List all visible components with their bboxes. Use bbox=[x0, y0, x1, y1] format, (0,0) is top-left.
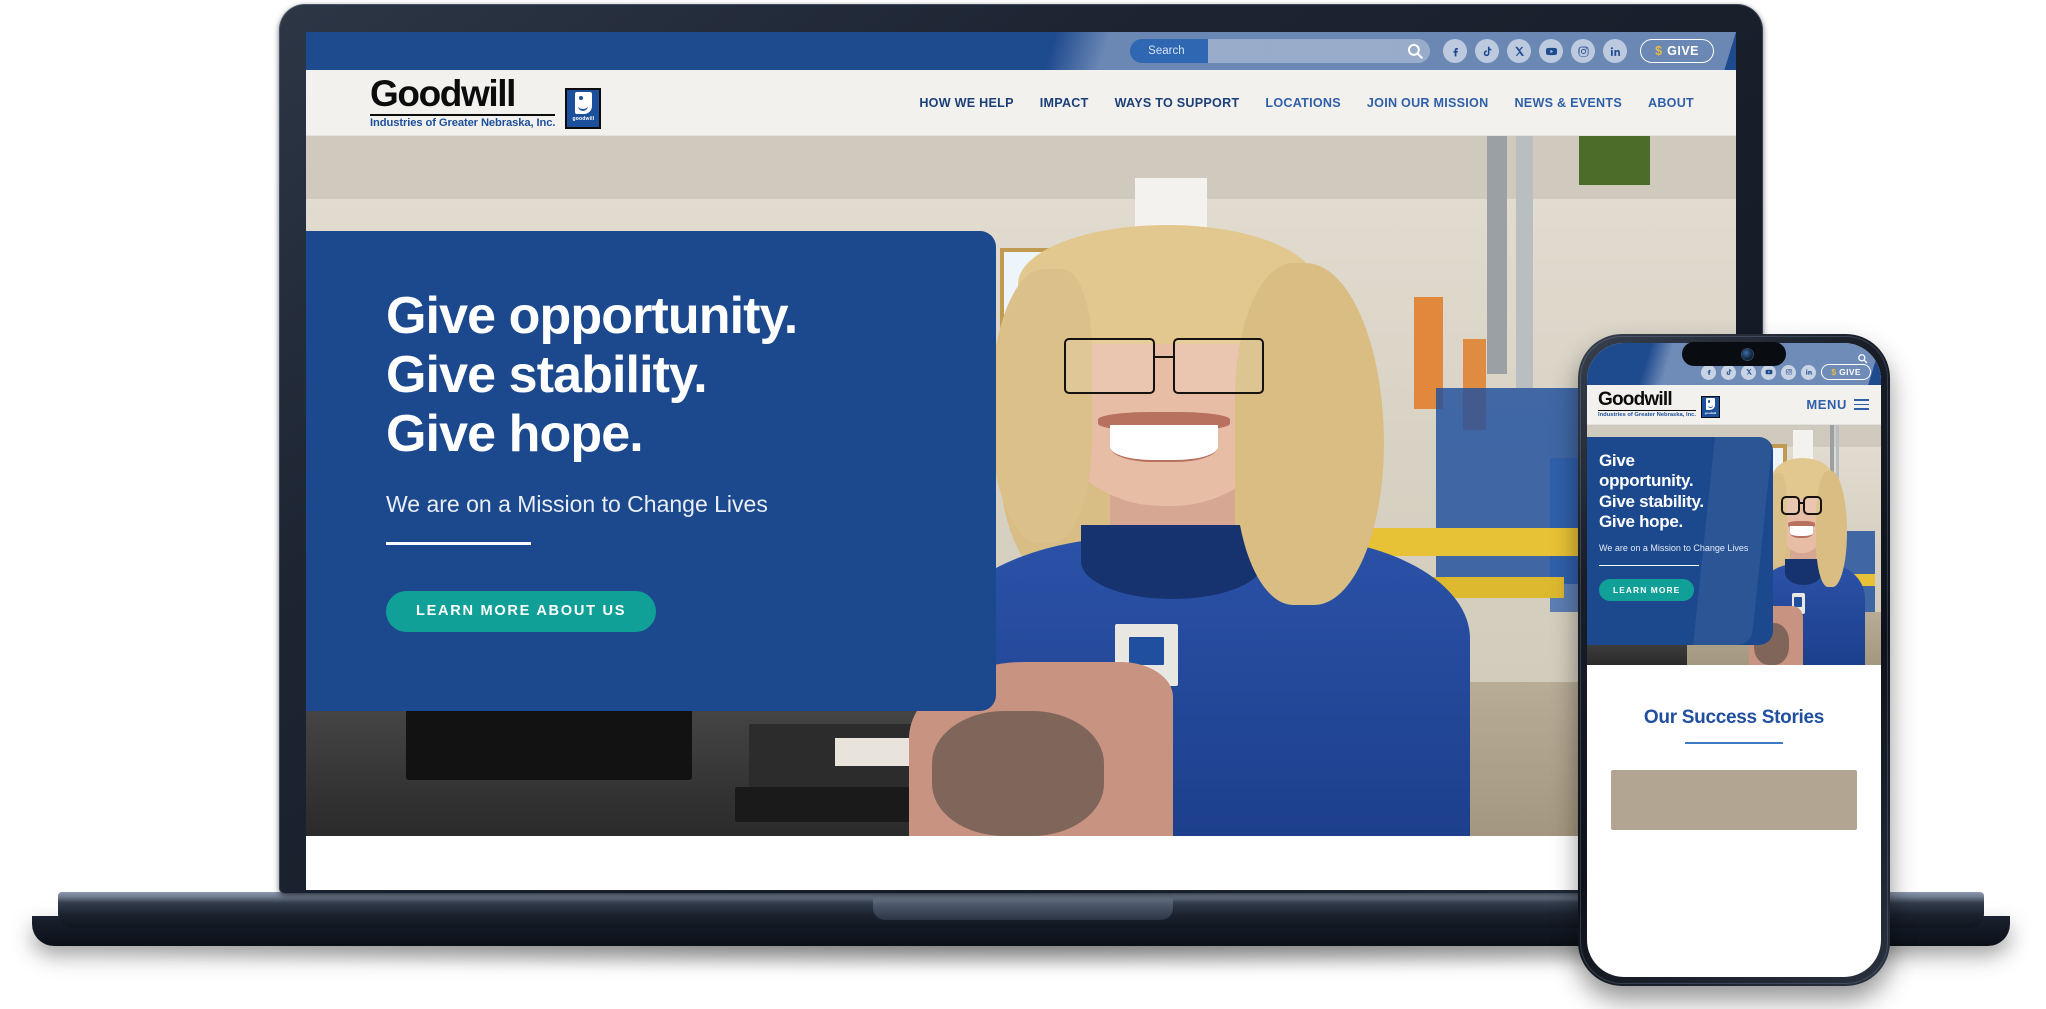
phone-success-stories-title: Our Success Stories bbox=[1643, 707, 1825, 728]
phone-logo-divider bbox=[1598, 409, 1696, 412]
page-content-below-hero bbox=[306, 836, 1736, 890]
phone-social-links: $ GIVE bbox=[1701, 364, 1871, 380]
phone-logo-wordmark: Goodwill bbox=[1598, 388, 1673, 410]
x-twitter-icon[interactable] bbox=[1741, 364, 1757, 380]
nav-item-ways-to-support[interactable]: WAYS TO SUPPORT bbox=[1115, 96, 1240, 110]
give-dollar-icon: $ bbox=[1655, 44, 1663, 58]
phone-menu-button[interactable]: MENU bbox=[1806, 397, 1869, 412]
nav-item-join-our-mission[interactable]: JOIN OUR MISSION bbox=[1367, 96, 1489, 110]
phone-hero-headline-line-1: Give bbox=[1599, 451, 1635, 470]
nav-item-about[interactable]: ABOUT bbox=[1648, 96, 1694, 110]
phone-success-story-card[interactable] bbox=[1611, 770, 1857, 830]
phone-front-camera-icon bbox=[1741, 348, 1753, 360]
phone-hero-headline: Give opportunity. Give stability. Give h… bbox=[1599, 451, 1773, 533]
logo-wordmark: Goodwill bbox=[370, 73, 516, 115]
search-icon[interactable] bbox=[1406, 42, 1424, 60]
phone-hero-divider bbox=[1599, 564, 1699, 567]
hero-person bbox=[909, 213, 1493, 836]
hero-headline-line-1: Give opportunity. bbox=[386, 287, 798, 345]
hero-subtitle: We are on a Mission to Change Lives bbox=[386, 491, 768, 518]
nav-item-how-we-help[interactable]: HOW WE HELP bbox=[919, 96, 1013, 110]
instagram-icon[interactable] bbox=[1781, 364, 1797, 380]
nav-item-news-and-events[interactable]: NEWS & EVENTS bbox=[1514, 96, 1622, 110]
social-links bbox=[1443, 39, 1628, 63]
facebook-icon[interactable] bbox=[1443, 39, 1468, 63]
youtube-icon[interactable] bbox=[1761, 364, 1777, 380]
hero-headline-line-3: Give hope. bbox=[386, 404, 644, 463]
phone-hero-headline-line-4: Give hope. bbox=[1599, 512, 1683, 532]
instagram-icon[interactable] bbox=[1571, 39, 1596, 63]
hero-text-panel: Give opportunity. Give stability. Give h… bbox=[306, 231, 996, 711]
give-button-label: GIVE bbox=[1667, 44, 1699, 58]
laptop-device-mockup: $ GIVE Goodwill Industries of Greater Ne… bbox=[29, 4, 2019, 970]
phone-search-icon[interactable] bbox=[1857, 351, 1868, 369]
hero-section: Give opportunity. Give stability. Give h… bbox=[306, 136, 1736, 836]
phone-hero-subtitle: We are on a Mission to Change Lives bbox=[1599, 542, 1749, 553]
phone-hero-headline-line-3: Give stability. bbox=[1599, 491, 1704, 511]
facebook-icon[interactable] bbox=[1701, 364, 1717, 380]
goodwill-g-smile-icon: goodwill bbox=[1700, 396, 1720, 419]
linkedin-icon[interactable] bbox=[1603, 39, 1628, 63]
laptop-base-notch bbox=[873, 894, 1173, 920]
laptop-screen: $ GIVE Goodwill Industries of Greater Ne… bbox=[306, 32, 1736, 890]
primary-navigation: HOW WE HELP IMPACT WAYS TO SUPPORT LOCAT… bbox=[919, 96, 1702, 110]
phone-hero-headline-line-2: opportunity. bbox=[1599, 471, 1694, 491]
hero-headline-line-2: Give stability. bbox=[386, 345, 708, 404]
tiktok-icon[interactable] bbox=[1721, 364, 1737, 380]
hamburger-icon bbox=[1854, 399, 1869, 410]
logo-mark-word: goodwill bbox=[572, 115, 595, 122]
phone-hero-learn-more-button[interactable]: LEARN MORE bbox=[1599, 579, 1695, 602]
phone-menu-label: MENU bbox=[1806, 397, 1847, 412]
utility-topbar: $ GIVE bbox=[306, 32, 1736, 70]
phone-device-mockup: $ GIVE Goodwill Industries of Greater Ne… bbox=[1578, 334, 1890, 986]
give-button[interactable]: $ GIVE bbox=[1640, 39, 1714, 63]
phone-logo-mark-word: goodwill bbox=[1704, 411, 1717, 416]
give-dollar-icon: $ bbox=[1831, 367, 1837, 377]
laptop-lid: $ GIVE Goodwill Industries of Greater Ne… bbox=[279, 4, 1763, 894]
phone-site-logo[interactable]: Goodwill Industries of Greater Nebraska,… bbox=[1598, 388, 1720, 419]
phone-success-stories-divider bbox=[1685, 742, 1783, 744]
site-logo[interactable]: Goodwill Industries of Greater Nebraska,… bbox=[370, 73, 602, 129]
logo-divider bbox=[370, 113, 556, 116]
youtube-icon[interactable] bbox=[1539, 39, 1564, 63]
x-twitter-icon[interactable] bbox=[1507, 39, 1532, 63]
mockup-stage: $ GIVE Goodwill Industries of Greater Ne… bbox=[0, 0, 2046, 1009]
hero-learn-more-button[interactable]: LEARN MORE ABOUT US bbox=[386, 590, 657, 632]
phone-hero-text-panel: Give opportunity. Give stability. Give h… bbox=[1587, 437, 1773, 645]
tiktok-icon[interactable] bbox=[1475, 39, 1500, 63]
phone-logo-tagline: Industries of Greater Nebraska, Inc. bbox=[1598, 412, 1696, 419]
logo-tagline: Industries of Greater Nebraska, Inc. bbox=[370, 116, 556, 129]
phone-hero-section: Give opportunity. Give stability. Give h… bbox=[1587, 425, 1881, 665]
phone-site-header: Goodwill Industries of Greater Nebraska,… bbox=[1587, 385, 1881, 425]
search-input[interactable] bbox=[1130, 39, 1361, 63]
nav-item-locations[interactable]: LOCATIONS bbox=[1265, 96, 1340, 110]
phone-screen: $ GIVE Goodwill Industries of Greater Ne… bbox=[1587, 343, 1881, 977]
hero-headline: Give opportunity. Give stability. Give h… bbox=[386, 287, 996, 463]
linkedin-icon[interactable] bbox=[1801, 364, 1817, 380]
nav-item-impact[interactable]: IMPACT bbox=[1040, 96, 1089, 110]
website-desktop-view: $ GIVE Goodwill Industries of Greater Ne… bbox=[306, 32, 1736, 890]
goodwill-g-smile-icon: goodwill bbox=[565, 87, 602, 129]
search-field-wrapper[interactable] bbox=[1130, 39, 1431, 63]
site-header: Goodwill Industries of Greater Nebraska,… bbox=[306, 70, 1736, 136]
phone-dynamic-island bbox=[1682, 342, 1786, 366]
phone-success-stories-section: Our Success Stories bbox=[1587, 665, 1881, 830]
hero-divider bbox=[386, 542, 531, 545]
